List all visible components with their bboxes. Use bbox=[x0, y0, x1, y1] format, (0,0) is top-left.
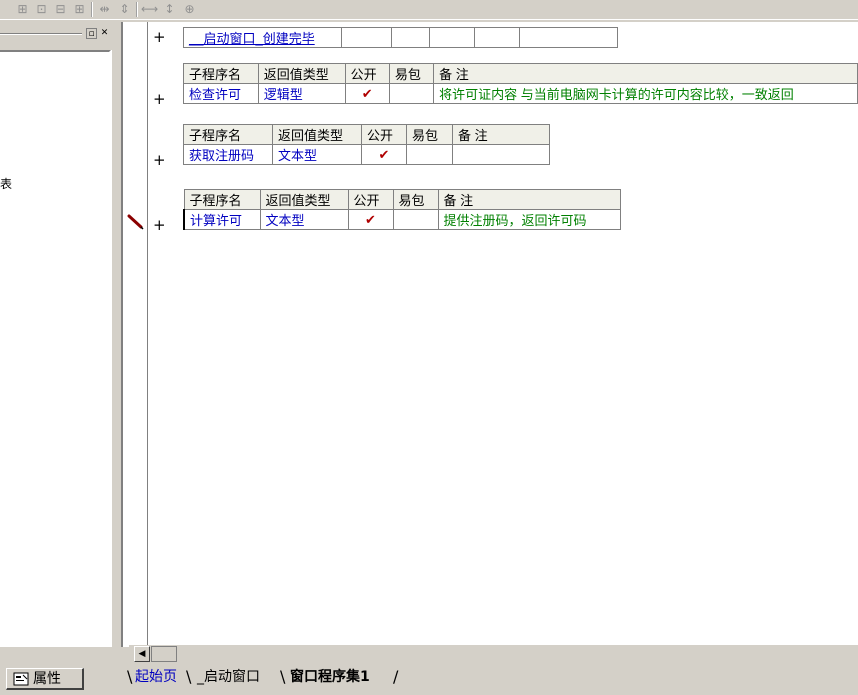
column-header: 易包 bbox=[392, 189, 439, 210]
subroutine-table: 子程序名 返回值类型 公开 易包 备 注 检查许可 逻辑型 ✔ 将许可证内容 与… bbox=[183, 63, 858, 104]
expand-plus-icon[interactable]: + bbox=[153, 28, 166, 46]
tab-window-program-set[interactable]: 窗口程序集1 bbox=[290, 666, 370, 688]
subroutine-name-cell[interactable]: 检查许可 bbox=[183, 83, 259, 104]
align-center-icon[interactable]: ⊡ bbox=[33, 1, 50, 17]
tab-separator: \ bbox=[280, 667, 286, 686]
column-header: 备 注 bbox=[452, 124, 550, 145]
public-check-cell[interactable]: ✔ bbox=[344, 83, 390, 104]
table-cell[interactable] bbox=[341, 27, 392, 48]
center-icon[interactable]: ⊕ bbox=[181, 1, 198, 17]
properties-icon bbox=[13, 672, 29, 686]
table-cell[interactable] bbox=[474, 27, 520, 48]
table-row: 检查许可 逻辑型 ✔ 将许可证内容 与当前电脑网卡计算的许可内容比较，一致返回 bbox=[183, 83, 858, 104]
column-header: 备 注 bbox=[433, 63, 858, 84]
table-row: 获取注册码 文本型 ✔ bbox=[183, 144, 550, 165]
editor-gutter bbox=[121, 22, 149, 647]
size-width-icon[interactable]: ⟷ bbox=[141, 1, 158, 17]
column-header: 公开 bbox=[344, 63, 390, 84]
column-header: 备 注 bbox=[437, 189, 621, 210]
table-row: 计算许可 文本型 ✔ 提供注册码，返回许可码 bbox=[183, 209, 621, 230]
maximize-icon[interactable]: ▫ bbox=[86, 28, 97, 39]
subroutine-table: 子程序名 返回值类型 公开 易包 备 注 获取注册码 文本型 ✔ bbox=[183, 124, 550, 165]
table-header-row: 子程序名 返回值类型 公开 易包 备 注 bbox=[183, 124, 550, 145]
align-bottom-icon[interactable]: ⊞ bbox=[71, 1, 88, 17]
column-header: 公开 bbox=[347, 189, 394, 210]
tab-startup-window[interactable]: _启动窗口 bbox=[197, 666, 260, 688]
code-editor[interactable] bbox=[148, 22, 858, 647]
space-horizontal-icon[interactable]: ⇹ bbox=[96, 1, 113, 17]
column-header: 子程序名 bbox=[183, 124, 273, 145]
tab-start-page[interactable]: 起始页 bbox=[135, 666, 177, 688]
return-type-cell[interactable]: 文本型 bbox=[272, 144, 362, 165]
expand-plus-icon[interactable]: + bbox=[153, 90, 166, 108]
scrollbar-track[interactable] bbox=[150, 646, 858, 662]
column-header: 返回值类型 bbox=[272, 124, 362, 145]
column-header: 返回值类型 bbox=[257, 63, 346, 84]
easy-package-cell[interactable] bbox=[406, 144, 453, 165]
public-check-cell[interactable]: ✔ bbox=[361, 144, 407, 165]
column-header: 返回值类型 bbox=[259, 189, 349, 210]
toolbar-separator bbox=[136, 2, 138, 17]
table-header-row: 子程序名 返回值类型 公开 易包 备 注 bbox=[183, 63, 858, 84]
subroutine-name-cell[interactable]: 获取注册码 bbox=[183, 144, 273, 165]
panel-partial-text: 表 bbox=[0, 177, 13, 191]
subroutine-name-cell[interactable]: 计算许可 bbox=[183, 209, 261, 230]
tab-separator: / bbox=[393, 667, 399, 686]
column-header: 子程序名 bbox=[183, 189, 261, 210]
panel-content bbox=[0, 50, 111, 647]
remark-cell[interactable]: 提供注册码，返回许可码 bbox=[437, 209, 621, 230]
scrollbar-thumb[interactable] bbox=[151, 646, 177, 662]
panel-scrollbar[interactable] bbox=[111, 50, 118, 647]
return-type-cell[interactable]: 逻辑型 bbox=[257, 83, 346, 104]
return-type-cell[interactable]: 文本型 bbox=[259, 209, 349, 230]
align-left-icon[interactable]: ⊞ bbox=[14, 1, 31, 17]
scroll-left-icon[interactable]: ◀ bbox=[134, 646, 150, 662]
space-vertical-icon[interactable]: ⇕ bbox=[116, 1, 133, 17]
align-right-icon[interactable]: ⊟ bbox=[52, 1, 69, 17]
properties-tab-label: 属性 bbox=[33, 671, 61, 687]
remark-cell[interactable] bbox=[452, 144, 550, 165]
toolbar-separator bbox=[91, 2, 93, 17]
expand-plus-icon[interactable]: + bbox=[153, 151, 166, 169]
size-height-icon[interactable]: ↕ bbox=[161, 1, 178, 17]
column-header: 子程序名 bbox=[183, 63, 259, 84]
expand-plus-icon[interactable]: + bbox=[153, 216, 166, 234]
tab-separator: \ bbox=[127, 667, 133, 686]
easy-package-cell[interactable] bbox=[388, 83, 435, 104]
easy-package-cell[interactable] bbox=[392, 209, 439, 230]
panel-gripper[interactable] bbox=[0, 33, 82, 35]
public-check-cell[interactable]: ✔ bbox=[347, 209, 394, 230]
toolbar: ⊞ ⊡ ⊟ ⊞ ⇹ ⇕ ⟷ ↕ ⊕ bbox=[0, 0, 858, 20]
column-header: 公开 bbox=[361, 124, 407, 145]
properties-tab[interactable]: 属性 bbox=[6, 668, 84, 690]
remark-cell[interactable]: 将许可证内容 与当前电脑网卡计算的许可内容比较，一致返回 bbox=[433, 83, 858, 104]
event-name-cell[interactable]: __启动窗口_创建完毕 bbox=[183, 27, 342, 48]
edit-pen-icon bbox=[127, 214, 144, 230]
tab-separator: \ bbox=[186, 667, 192, 686]
gutter-divider bbox=[147, 22, 148, 647]
table-header-row: 子程序名 返回值类型 公开 易包 备 注 bbox=[183, 189, 621, 210]
table-cell[interactable] bbox=[391, 27, 430, 48]
table-cell[interactable] bbox=[429, 27, 475, 48]
event-table: __启动窗口_创建完毕 bbox=[183, 27, 618, 48]
column-header: 易包 bbox=[388, 63, 435, 84]
column-header: 易包 bbox=[406, 124, 453, 145]
close-icon[interactable]: ✕ bbox=[99, 28, 110, 39]
table-cell[interactable] bbox=[519, 27, 618, 48]
subroutine-table: 子程序名 返回值类型 公开 易包 备 注 计算许可 文本型 ✔ 提供注册码，返回… bbox=[183, 189, 621, 230]
